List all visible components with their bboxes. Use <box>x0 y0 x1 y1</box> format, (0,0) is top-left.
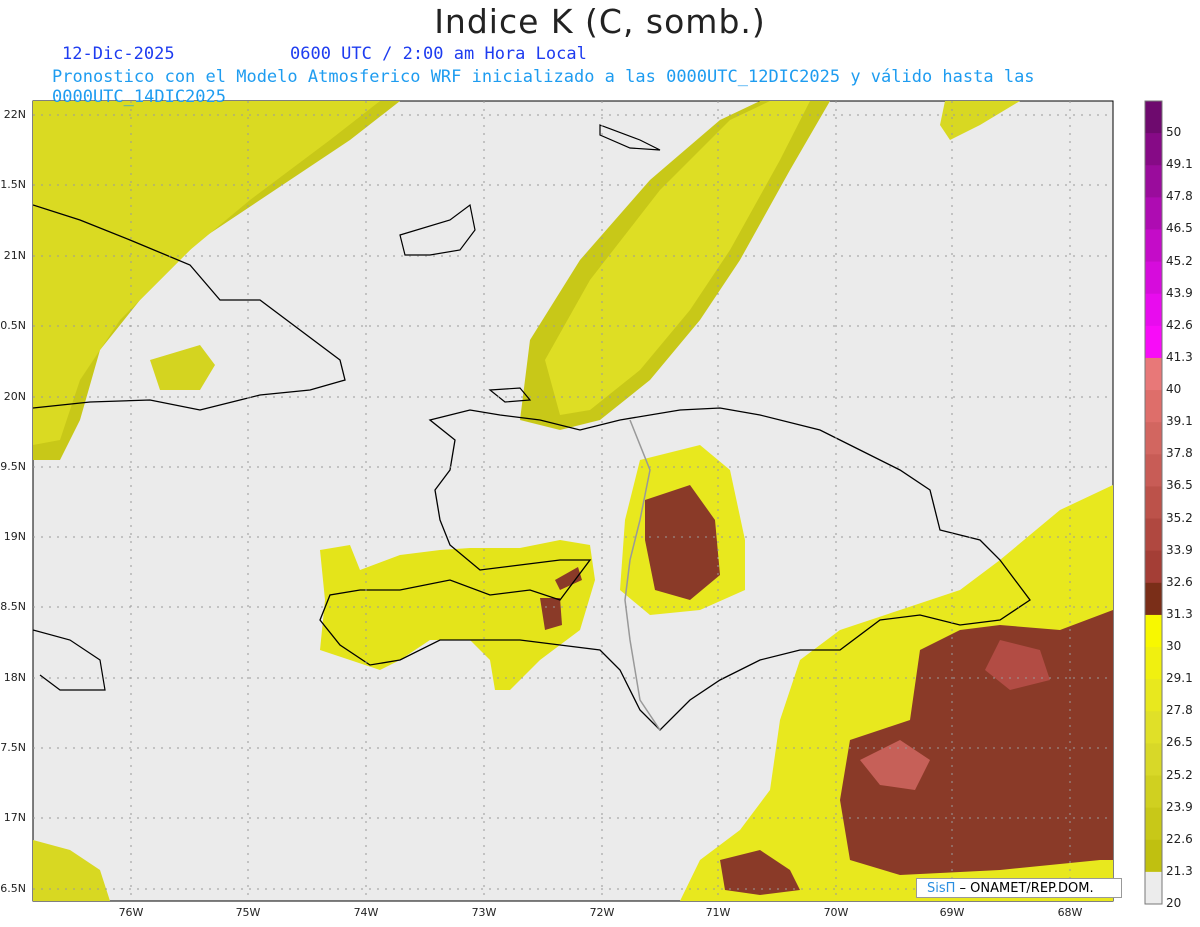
lat-label: 19N <box>3 530 26 543</box>
colorbar-swatch <box>1145 647 1162 680</box>
colorbar-label: 37.8 <box>1166 446 1193 461</box>
colorbar-swatch <box>1145 711 1162 744</box>
colorbar-label: 35.2 <box>1166 510 1193 525</box>
colorbar-label: 29.1 <box>1166 671 1193 686</box>
lon-label: 73W <box>471 906 497 919</box>
colorbar-label: 39.1 <box>1166 414 1193 429</box>
colorbar-label: 33.9 <box>1166 542 1193 557</box>
colorbar-label: 43.9 <box>1166 285 1193 300</box>
colorbar-swatch <box>1145 325 1162 359</box>
lon-label: 74W <box>353 906 379 919</box>
colorbar-label: 45.2 <box>1166 253 1193 268</box>
colorbar-swatch <box>1145 293 1162 327</box>
colorbar-label: 31.3 <box>1166 606 1193 621</box>
lat-label: 9.5N <box>0 460 26 473</box>
lat-label: 22N <box>3 108 26 121</box>
colorbar-label: 47.8 <box>1166 189 1193 204</box>
colorbar-swatch <box>1145 486 1162 520</box>
forecast-date: 12-Dic-2025 <box>62 44 175 64</box>
colorbar-label: 36.5 <box>1166 478 1193 493</box>
lon-label: 69W <box>939 906 965 919</box>
colorbar-swatch <box>1145 871 1162 905</box>
colorbar-label: 22.6 <box>1166 831 1193 846</box>
lat-label: 7.5N <box>0 741 26 754</box>
colorbar-label: 26.5 <box>1166 735 1193 750</box>
forecast-description: Pronostico con el Modelo Atmosferico WRF… <box>52 67 1035 107</box>
colorbar-swatch <box>1145 582 1162 616</box>
colorbar-swatch <box>1145 743 1162 777</box>
forecast-time: 0600 UTC / 2:00 am Hora Local <box>290 44 587 64</box>
colorbar-label: 25.2 <box>1166 767 1193 782</box>
forecast-map <box>32 100 1163 905</box>
colorbar-swatch <box>1145 614 1162 648</box>
credit-box: SisΠ – ONAMET/REP.DOM. <box>916 878 1122 898</box>
colorbar-swatch <box>1145 357 1162 391</box>
colorbar-swatch <box>1145 775 1162 809</box>
colorbar-swatch <box>1145 550 1162 584</box>
colorbar-swatch <box>1145 133 1162 166</box>
lon-label: 72W <box>589 906 615 919</box>
lon-label: 76W <box>118 906 144 919</box>
colorbar-swatch <box>1145 679 1162 712</box>
lon-label: 75W <box>235 906 261 919</box>
lat-label: 8.5N <box>0 600 26 613</box>
colorbar-label: 41.3 <box>1166 349 1193 364</box>
colorbar-swatch <box>1145 807 1162 841</box>
colorbar-label: 42.6 <box>1166 317 1193 332</box>
colorbar-label: 27.8 <box>1166 703 1193 718</box>
colorbar-swatch <box>1145 390 1162 423</box>
colorbar-label: 30 <box>1166 639 1182 654</box>
colorbar-swatch <box>1145 454 1162 487</box>
lat-label: 6.5N <box>0 882 26 895</box>
lat-label: 20N <box>3 390 26 403</box>
colorbar-swatch <box>1145 839 1162 873</box>
colorbar-swatch <box>1145 422 1162 455</box>
colorbar-label: 20 <box>1166 896 1182 910</box>
colorbar-label: 49.1 <box>1166 157 1193 172</box>
colorbar-label: 46.5 <box>1166 221 1193 236</box>
colorbar-label: 32.6 <box>1166 574 1193 589</box>
lon-label: 71W <box>705 906 731 919</box>
page-title: Indice K (C, somb.) <box>434 2 766 41</box>
colorbar-swatch <box>1145 165 1162 198</box>
lon-label: 70W <box>823 906 849 919</box>
colorbar-label: 40 <box>1166 382 1182 397</box>
lon-label: 68W <box>1057 906 1083 919</box>
lat-label: 1.5N <box>0 178 26 191</box>
colorbar-label: 21.3 <box>1166 863 1193 878</box>
credit-sis: SisΠ <box>927 881 956 896</box>
colorbar-swatch <box>1145 197 1162 230</box>
credit-text: – ONAMET/REP.DOM. <box>955 881 1094 896</box>
colorbar-swatch <box>1145 261 1162 295</box>
colorbar-label: 50 <box>1166 125 1182 140</box>
colorbar-label: 23.9 <box>1166 799 1193 814</box>
colorbar <box>1145 101 1162 905</box>
colorbar-swatch <box>1145 229 1162 263</box>
lat-label: 17N <box>3 811 26 824</box>
lat-label: 18N <box>3 671 26 684</box>
lat-label: 21N <box>3 249 26 262</box>
lat-label: 0.5N <box>0 319 26 332</box>
colorbar-swatch <box>1145 518 1162 552</box>
